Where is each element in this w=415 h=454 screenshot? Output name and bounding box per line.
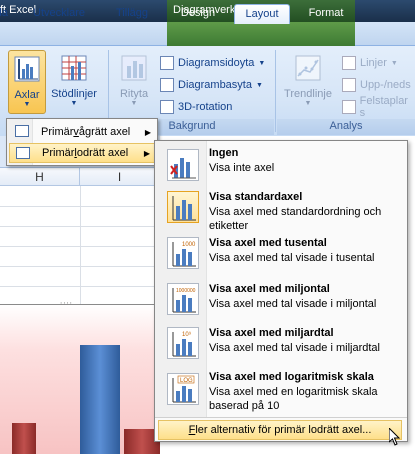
svg-text:10⁹: 10⁹ [182,331,192,338]
tab-design[interactable]: Design [172,4,224,24]
horizontal-axis-icon [15,125,29,137]
error-bars-button[interactable]: Felstaplar s [342,95,415,119]
lines-icon [342,56,356,70]
chart-floor-button[interactable]: Diagrambasyta ▼ [160,76,263,94]
chevron-down-icon: ▼ [255,81,263,89]
axis-thousands-icon: 1000 [167,237,199,269]
up-down-bars-icon [342,78,356,92]
tab-utvecklare[interactable]: Utvecklare [24,4,94,24]
gridlines-icon [61,55,87,81]
option-log-axis[interactable]: LOG Visa axel med logaritmisk skala Visa… [157,371,405,415]
gridlines-button[interactable]: Stödlinjer ▼ [48,50,100,114]
more-vertical-axis-options-button[interactable]: Fler alternativ för primär lodrätt axel.… [158,420,402,440]
svg-text:LOG: LOG [180,378,193,384]
column-header-h[interactable]: H [0,168,80,186]
tab-sida[interactable]: Sida [0,4,16,24]
svg-text:1000: 1000 [182,242,196,248]
plot-area-button[interactable]: Rityta ▼ [114,50,154,114]
axes-label: Axlar [14,89,40,101]
axes-button[interactable]: Axlar ▼ [8,50,46,114]
chart-wall-button[interactable]: Diagramsidoyta ▼ [160,54,265,72]
option-billions-axis[interactable]: 10⁹ Visa axel med miljardtal Visa axel m… [157,327,405,367]
group-divider [275,50,276,132]
gallery-footer: Fler alternativ för primär lodrätt axel.… [155,417,407,441]
gridline [0,246,160,247]
rotation-3d-button[interactable]: 3D-rotation [160,98,232,116]
menu-item-primary-horizontal-axis[interactable]: Primär v ågrätt axel ▶ [9,122,155,142]
gridline [0,286,160,287]
up-down-bars-button[interactable]: Upp-/neds [342,76,411,94]
axes-submenu: Primär v ågrätt axel ▶ Primär l odrätt axe… [6,118,158,166]
group-label-analysis: Analys [329,120,363,132]
chart-bar [80,345,120,454]
chart-area[interactable] [0,304,160,454]
axis-none-icon [167,149,199,181]
axis-billions-icon: 10⁹ [167,327,199,359]
tab-tillagg[interactable]: Tillägg [104,4,160,24]
chevron-right-icon: ▶ [143,148,150,158]
gridline [0,226,160,227]
vertical-axis-icon [16,147,30,159]
axes-icon [14,56,40,82]
trendline-label: Trendlinje [284,88,332,100]
option-thousands-axis[interactable]: 1000 Visa axel med tusental Visa axel me… [157,237,405,277]
axis-log-icon: LOG [167,373,199,405]
error-bars-icon [342,100,356,114]
option-standard-axis[interactable]: Visa standardaxel Visa axel med standard… [157,191,405,232]
chart-floor-icon [160,78,174,92]
gridline [0,266,160,267]
menu-item-primary-vertical-axis[interactable]: Primär l odrätt axel ▶ [9,143,155,163]
svg-text:1000000: 1000000 [176,288,196,294]
option-none[interactable]: Ingen Visa inte axel [157,147,405,183]
mouse-cursor-icon [389,428,401,446]
axis-standard-icon [167,191,199,223]
rotation-3d-icon [160,100,174,114]
vertical-axis-gallery: Ingen Visa inte axel Visa standardaxel V… [154,140,408,442]
lines-button[interactable]: Linjer ▼ [342,54,398,72]
chevron-down-icon: ▼ [258,59,266,67]
axis-millions-icon: 1000000 [167,283,199,315]
option-millions-axis[interactable]: 1000000 Visa axel med miljontal Visa axe… [157,283,405,323]
chevron-down-icon: ▼ [70,100,78,107]
chart-wall-icon [160,56,174,70]
plot-area-label: Rityta [119,88,149,100]
chart-bar [12,423,36,454]
chevron-down-icon: ▼ [23,101,31,108]
chevron-down-icon: ▼ [130,100,138,107]
trendline-button[interactable]: Trendlinje ▼ [282,50,334,114]
chevron-down-icon: ▼ [390,59,398,67]
chevron-down-icon: ▼ [304,100,312,107]
tab-format[interactable]: Format [298,4,354,24]
gridline [0,206,160,207]
trendline-icon [295,55,321,81]
chart-tools-tab-band [167,22,355,46]
chevron-right-icon: ▶ [144,127,151,137]
plot-area-icon [121,55,147,81]
gridlines-label: Stödlinjer [51,88,97,100]
tab-layout[interactable]: Layout [234,4,290,24]
column-header-i[interactable]: I [80,168,160,186]
